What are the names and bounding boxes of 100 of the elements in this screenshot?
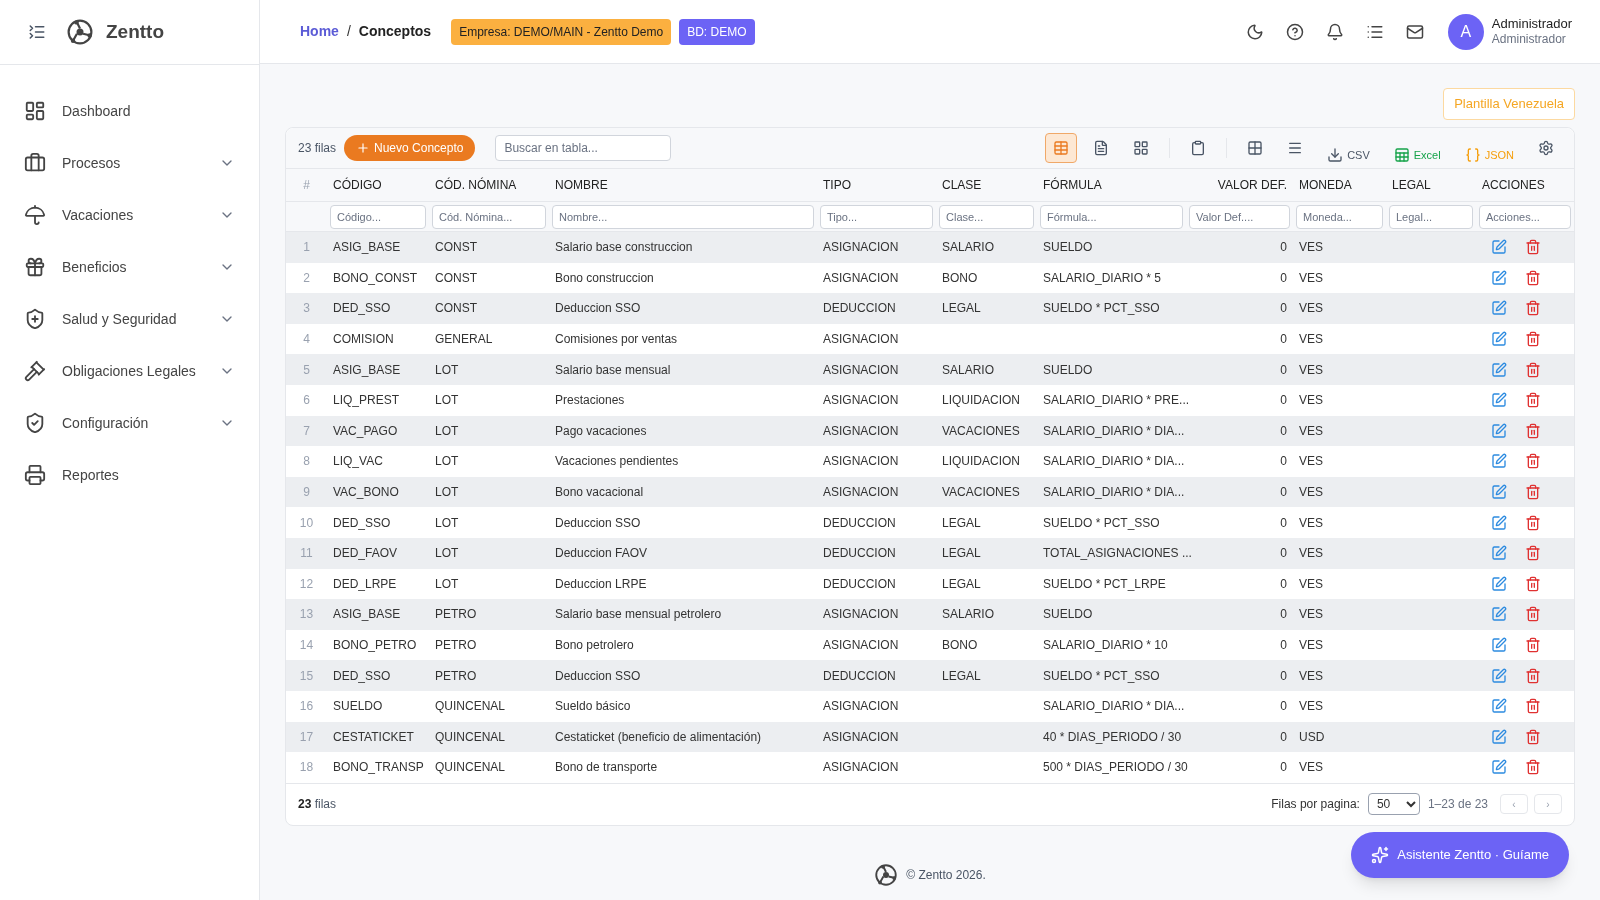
table-row[interactable]: 7 VAC_PAGO LOT Pago vacaciones ASIGNACION VACACIONES SALARIO_DIARIO * DIA... 0 VES	[286, 415, 1574, 447]
delete-button[interactable]	[1525, 422, 1541, 439]
delete-button[interactable]	[1525, 637, 1541, 653]
edit-button[interactable]	[1491, 606, 1507, 623]
assistant-button[interactable]: Asistente Zentto · Guíame	[1351, 831, 1569, 878]
shield-icon	[24, 412, 46, 434]
table-cell: VES	[1299, 576, 1323, 591]
column-header[interactable]: CÓDIGO	[327, 176, 429, 194]
user-avatar[interactable]: A	[1447, 13, 1484, 50]
menu-toggle-button[interactable]	[28, 23, 46, 41]
delete-button[interactable]	[1525, 361, 1541, 378]
sidebar-item[interactable]: Procesos	[0, 137, 259, 189]
breadcrumb-link[interactable]: Home	[300, 21, 339, 42]
edit-button[interactable]	[1491, 392, 1507, 409]
sidebar-item[interactable]: Reportes	[0, 449, 259, 501]
delete-button[interactable]	[1525, 453, 1541, 470]
table-cell: Bono vacacional	[555, 485, 644, 500]
edit-button[interactable]	[1491, 759, 1507, 776]
filter-field[interactable]: Tipo...	[820, 205, 933, 229]
table-cell: Deduccion FAOV	[555, 546, 648, 561]
filter-field[interactable]: Valor Def....	[1189, 205, 1290, 229]
notifications-icon[interactable]	[1325, 22, 1344, 41]
table-cell: 0	[1280, 546, 1287, 561]
table-cell: VAC_BONO	[333, 485, 399, 500]
delete-button[interactable]	[1525, 698, 1541, 715]
sidebar-item[interactable]: Vacaciones	[0, 189, 259, 241]
table-cell: 12	[299, 576, 314, 591]
column-header[interactable]: CÓD. NÓMINA	[429, 176, 549, 194]
edit-button[interactable]	[1491, 484, 1507, 501]
export-button[interactable]: CSV	[1319, 133, 1378, 163]
table-row[interactable]: 15 DED_SSO PETRO Deduccion SSO DEDUCCION LEGAL SUELDO * PCT_SSO 0 VES	[286, 660, 1574, 691]
delete-button[interactable]	[1525, 269, 1541, 286]
column-header[interactable]: FÓRMULA	[1037, 176, 1186, 194]
table-cell: COMISION	[333, 332, 394, 347]
table-cell: 0	[1280, 760, 1287, 775]
sidebar-item[interactable]: Beneficios	[0, 241, 259, 293]
table-row[interactable]: 1 ASIG_BASE CONST Salario base construccion ASIGNACION SALARIO SUELDO 0 VES	[286, 232, 1574, 263]
delete-button[interactable]	[1525, 606, 1541, 623]
table-row[interactable]: 5 ASIG_BASE LOT Salario base mensual ASIGNACION SALARIO SUELDO 0 VES	[286, 354, 1574, 385]
edit-button[interactable]	[1491, 667, 1507, 684]
table-cell: ASIGNACION	[823, 729, 899, 744]
filter-field[interactable]: Legal...	[1389, 205, 1473, 229]
sidebar-item[interactable]: Configuración	[0, 397, 259, 449]
edit-button[interactable]	[1491, 300, 1507, 317]
edit-button[interactable]	[1491, 698, 1507, 715]
column-header[interactable]: TIPO	[817, 176, 936, 194]
table-cell: SUELDO	[1043, 362, 1093, 377]
edit-button[interactable]	[1491, 514, 1507, 531]
filter-field[interactable]: Cód. Nómina...	[432, 205, 546, 229]
filter-field[interactable]: Fórmula...	[1040, 205, 1183, 229]
edit-button[interactable]	[1491, 728, 1507, 745]
column-header[interactable]: CLASE	[936, 176, 1037, 194]
table-row[interactable]: 3 DED_SSO CONST Deduccion SSO DEDUCCION LEGAL SUELDO * PCT_SSO 0 VES	[286, 293, 1574, 324]
column-header[interactable]: LEGAL	[1386, 176, 1476, 194]
delete-button[interactable]	[1525, 239, 1541, 256]
search-field[interactable]: Buscar en tabla...	[495, 135, 672, 161]
delete-button[interactable]	[1525, 728, 1541, 745]
column-header[interactable]: NOMBRE	[549, 176, 817, 194]
table-row[interactable]: 17 CESTATICKET QUINCENAL Cestaticket (beneficio de alimentación) ASIGNACION 40 * DIAS_PERIODO / 30 0 USD	[286, 721, 1574, 753]
delete-button[interactable]	[1525, 300, 1541, 317]
table-cell: VES	[1299, 362, 1323, 377]
edit-button[interactable]	[1491, 422, 1507, 439]
table-cell: ASIG_BASE	[333, 362, 401, 377]
edit-button[interactable]	[1491, 575, 1507, 592]
edit-button[interactable]	[1491, 637, 1507, 653]
table-cell: 10	[299, 515, 314, 530]
table-cell: 18	[299, 760, 314, 775]
edit-button[interactable]	[1491, 269, 1507, 286]
edit-button[interactable]	[1491, 239, 1507, 256]
mail-icon[interactable]	[1405, 22, 1424, 41]
edit-button[interactable]	[1491, 453, 1507, 470]
sidebar-item[interactable]: Obligaciones Legales	[0, 345, 259, 397]
delete-button[interactable]	[1525, 759, 1541, 776]
filter-field[interactable]: Moneda...	[1296, 205, 1383, 229]
column-header[interactable]: ACCIONES	[1476, 176, 1574, 194]
filter-field[interactable]: Clase...	[939, 205, 1034, 229]
column-header[interactable]: VALOR DEF.	[1186, 176, 1293, 194]
delete-button[interactable]	[1525, 667, 1541, 684]
table-row[interactable]: 13 ASIG_BASE PETRO Salario base mensual petrolero ASIGNACION SALARIO SUELDO 0 VES	[286, 599, 1574, 630]
sidebar-item[interactable]: Salud y Seguridad	[0, 293, 259, 345]
table-cell: ASIG_BASE	[333, 240, 401, 255]
dark-mode-icon[interactable]	[1245, 22, 1264, 41]
delete-button[interactable]	[1525, 575, 1541, 592]
sidebar-item[interactable]: Dashboard	[0, 85, 259, 137]
column-header[interactable]: MONEDA	[1293, 176, 1386, 194]
delete-button[interactable]	[1525, 514, 1541, 531]
rows-per-page-select[interactable]: 50	[1367, 793, 1420, 816]
filter-field[interactable]: Acciones...	[1479, 205, 1571, 229]
help-icon[interactable]	[1285, 22, 1304, 41]
delete-button[interactable]	[1525, 331, 1541, 348]
table-row[interactable]: 9 VAC_BONO LOT Bono vacacional ASIGNACION VACACIONES SALARIO_DIARIO * DIA... 0 VES	[286, 476, 1574, 508]
delete-button[interactable]	[1525, 484, 1541, 501]
edit-button[interactable]	[1491, 361, 1507, 378]
edit-button[interactable]	[1491, 331, 1507, 348]
delete-button[interactable]	[1525, 392, 1541, 409]
table-row[interactable]: 11 DED_FAOV LOT Deduccion FAOV DEDUCCION LEGAL TOTAL_ASIGNACIONES ... 0 VES	[286, 537, 1574, 569]
filter-field[interactable]: Nombre...	[552, 205, 814, 229]
filter-field[interactable]: Código...	[330, 205, 426, 229]
edit-button[interactable]	[1491, 545, 1507, 562]
delete-button[interactable]	[1525, 545, 1541, 562]
